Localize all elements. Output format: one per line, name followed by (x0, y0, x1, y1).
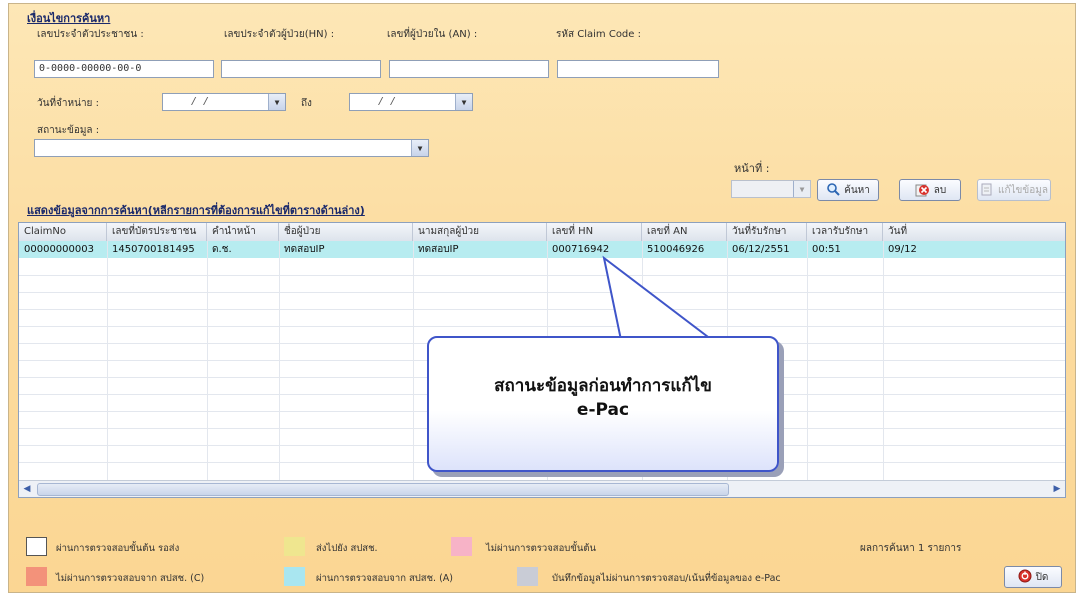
legend-label: ผ่านการตรวจสอบจาก สปสช. (A) (316, 573, 453, 584)
callout-pointer (602, 255, 715, 341)
legend-swatch (451, 537, 472, 556)
legend-label: ผ่านการตรวจสอบขั้นต้น รอส่ง (56, 543, 180, 554)
legend-swatch (284, 537, 305, 556)
close-icon (1018, 569, 1032, 586)
callout-line-2: e-Pac (576, 400, 630, 420)
callout-text: สถานะข้อมูลก่อนทำการแก้ไข e-Pac (429, 374, 777, 422)
legend-swatch (284, 567, 305, 586)
legend-swatch (26, 567, 47, 586)
legend-swatch (26, 537, 47, 556)
legend-label: ส่งไปยัง สปสช. (316, 543, 378, 554)
annotation-callout: สถานะข้อมูลก่อนทำการแก้ไข e-Pac (427, 336, 779, 472)
callout-line-1: สถานะข้อมูลก่อนทำการแก้ไข (494, 376, 712, 396)
close-button-label: ปิด (1035, 571, 1049, 583)
close-button[interactable]: ปิด (1004, 566, 1062, 588)
legend-label: บันทึกข้อมูลไม่ผ่านการตรวจสอบ/เน้นที่ข้อ… (552, 573, 781, 584)
result-count: ผลการค้นหา 1 รายการ (860, 543, 962, 554)
legend-label: ไม่ผ่านการตรวจสอบจาก สปสช. (C) (56, 573, 205, 584)
legend-label: ไม่ผ่านการตรวจสอบขั้นต้น (486, 543, 596, 554)
legend-swatch (517, 567, 538, 586)
